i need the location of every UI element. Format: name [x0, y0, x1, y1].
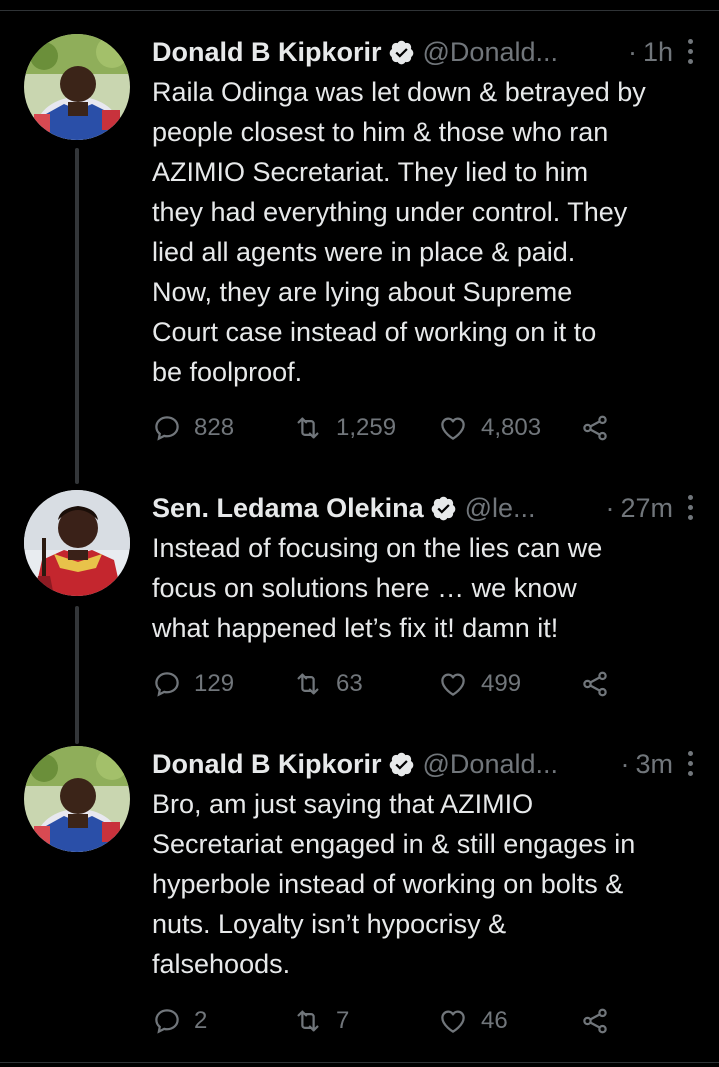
- timestamp[interactable]: 27m: [620, 493, 673, 524]
- author-name[interactable]: Sen. Ledama Olekina: [152, 493, 424, 524]
- tweet-header: Sen. Ledama Olekina @le... · 27m: [152, 490, 697, 526]
- tweet-header: Donald B Kipkorir @Donald... · 1h: [152, 34, 697, 70]
- like-icon: [441, 1010, 465, 1033]
- thread-line: [75, 606, 79, 744]
- tweet-text: Raila Odinga was let down & betrayed by …: [152, 72, 697, 392]
- tweet-text: Bro, am just saying that AZIMIO Secretar…: [152, 784, 697, 984]
- share-icon: [583, 415, 607, 441]
- timestamp[interactable]: 3m: [635, 749, 673, 780]
- retweet-icon: [297, 1010, 319, 1032]
- share-button[interactable]: [580, 664, 610, 704]
- reply-count: 129: [194, 670, 235, 697]
- tweet-line: be foolproof.: [152, 357, 303, 387]
- retweet-count: 63: [336, 670, 363, 697]
- reply-icon: [155, 1009, 179, 1034]
- like-button[interactable]: 4,803: [437, 408, 541, 448]
- retweet-button[interactable]: 63: [292, 664, 363, 704]
- tweet-line: Now, they are lying about Supreme: [152, 277, 573, 307]
- reply-button[interactable]: 2: [152, 1001, 207, 1041]
- reply-count: 828: [194, 414, 235, 441]
- share-button[interactable]: [580, 408, 610, 448]
- tweet-line: Bro, am just saying that AZIMIO: [152, 789, 534, 819]
- top-divider: [0, 10, 719, 11]
- tweet-line: focus on solutions here … we know: [152, 573, 577, 603]
- share-icon: [583, 671, 607, 697]
- reply-button[interactable]: 828: [152, 408, 234, 448]
- reply-icon: [155, 416, 179, 441]
- tweet-line: falsehoods.: [152, 949, 291, 979]
- more-icon[interactable]: [685, 495, 697, 521]
- tweet-line: nuts. Loyalty isn’t hypocrisy &: [152, 909, 507, 939]
- tweet-line: Court case instead of working on it to: [152, 317, 597, 347]
- verified-badge-icon: [431, 496, 455, 520]
- avatar[interactable]: [24, 746, 130, 852]
- author-handle[interactable]: @le...: [465, 493, 536, 524]
- separator-dot: ·: [620, 748, 630, 779]
- like-count: 46: [481, 1007, 508, 1034]
- tweet-text: Instead of focusing on the lies can we f…: [152, 528, 697, 648]
- tweet-line: Raila Odinga was let down & betrayed by: [152, 77, 646, 107]
- reply-count: 2: [194, 1007, 208, 1034]
- tweet-line: people closest to him & those who ran: [152, 117, 609, 147]
- share-button[interactable]: [580, 1001, 610, 1041]
- retweet-icon: [297, 673, 319, 695]
- like-count: 4,803: [481, 414, 542, 441]
- tweet-line: hyperbole instead of working on bolts &: [152, 869, 624, 899]
- like-icon: [441, 417, 465, 440]
- like-count: 499: [481, 670, 522, 697]
- timestamp[interactable]: 1h: [643, 37, 673, 68]
- like-button[interactable]: 46: [437, 1001, 508, 1041]
- avatar[interactable]: [24, 490, 130, 596]
- separator-dot: ·: [605, 492, 615, 523]
- reply-button[interactable]: 129: [152, 664, 234, 704]
- like-button[interactable]: 499: [437, 664, 521, 704]
- separator-dot: ·: [627, 36, 637, 67]
- verified-badge-icon: [389, 752, 413, 776]
- author-name[interactable]: Donald B Kipkorir: [152, 749, 382, 780]
- author-handle[interactable]: @Donald...: [423, 37, 558, 68]
- retweet-count: 1,259: [336, 414, 397, 441]
- tweet-line: what happened let’s fix it! damn it!: [152, 613, 559, 643]
- more-icon[interactable]: [685, 751, 697, 777]
- more-icon[interactable]: [685, 39, 697, 65]
- verified-badge-icon: [389, 40, 413, 64]
- retweet-button[interactable]: 1,259: [292, 408, 396, 448]
- retweet-icon: [297, 417, 319, 439]
- bottom-divider: [0, 1062, 719, 1063]
- tweet-line: AZIMIO Secretariat. They lied to him: [152, 157, 589, 187]
- thread-line: [75, 148, 79, 484]
- avatar[interactable]: [24, 34, 130, 140]
- author-name[interactable]: Donald B Kipkorir: [152, 37, 382, 68]
- tweet-line: lied all agents were in place & paid.: [152, 237, 576, 267]
- share-icon: [583, 1008, 607, 1034]
- tweet-line: Secretariat engaged in & still engages i…: [152, 829, 636, 859]
- reply-icon: [155, 672, 179, 697]
- author-handle[interactable]: @Donald...: [423, 749, 558, 780]
- retweet-button[interactable]: 7: [292, 1001, 349, 1041]
- tweet-line: they had everything under control. They: [152, 197, 628, 227]
- retweet-count: 7: [336, 1007, 350, 1034]
- tweet-header: Donald B Kipkorir @Donald... · 3m: [152, 746, 697, 782]
- tweet-line: Instead of focusing on the lies can we: [152, 533, 603, 563]
- like-icon: [441, 673, 465, 696]
